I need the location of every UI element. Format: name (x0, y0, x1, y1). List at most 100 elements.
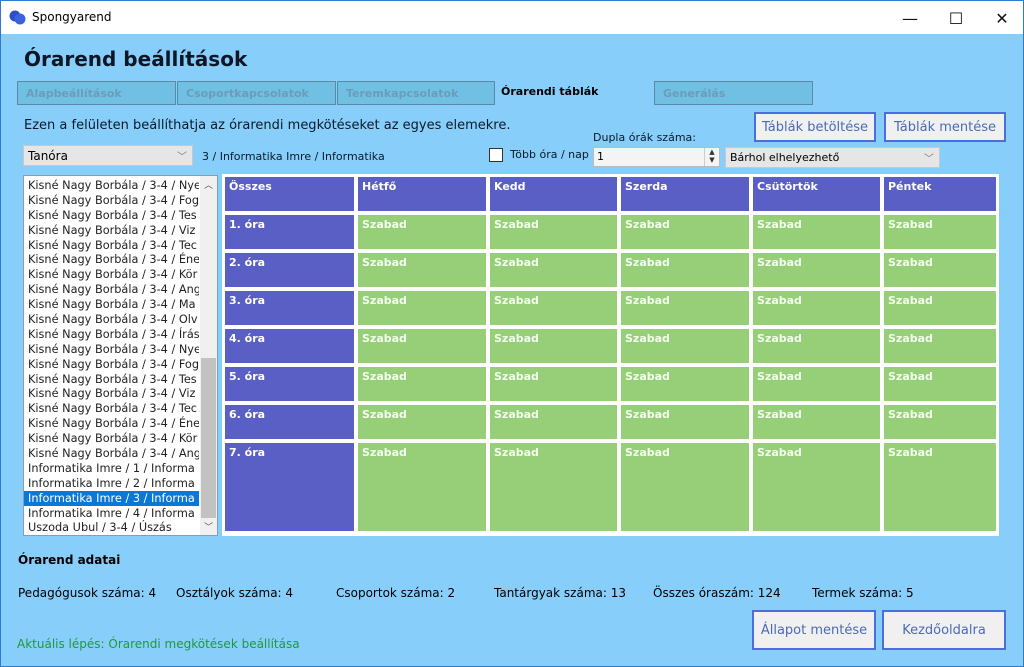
tab-alapbeallitasok[interactable]: Alapbeállítások (17, 81, 176, 105)
timetable-cell[interactable]: Szabad (357, 442, 487, 532)
timetable-cell[interactable]: Szabad (883, 366, 997, 402)
day-header[interactable]: Szerda (620, 176, 750, 212)
timetable-cell[interactable]: Szabad (883, 442, 997, 532)
save-tables-button[interactable]: Táblák mentése (884, 112, 1006, 142)
period-header[interactable]: 2. óra (224, 252, 355, 288)
double-lessons-value: 1 (597, 150, 604, 163)
period-header[interactable]: 1. óra (224, 214, 355, 250)
maximize-icon[interactable]: ☐ (933, 1, 979, 35)
timetable-cell[interactable]: Szabad (620, 404, 750, 440)
list-item[interactable]: Kisné Nagy Borbála / 3-4 / Tec (24, 238, 199, 253)
timetable-cell[interactable]: Szabad (489, 290, 618, 326)
timetable-cell[interactable]: Szabad (752, 404, 881, 440)
list-item[interactable]: Kisné Nagy Borbála / 3-4 / Nye (24, 342, 199, 357)
list-item[interactable]: Kisné Nagy Borbála / 3-4 / Kör (24, 267, 199, 282)
timetable-cell[interactable]: Szabad (489, 252, 618, 288)
list-item[interactable]: Kisné Nagy Borbála / 3-4 / Éne (24, 416, 199, 431)
load-tables-button[interactable]: Táblák betöltése (754, 112, 876, 142)
timetable-cell[interactable]: Szabad (752, 366, 881, 402)
lesson-list[interactable]: Kisné Nagy Borbála / 3-4 / Nye Kisné Nagy… (23, 175, 218, 536)
timetable-cell[interactable]: Szabad (752, 442, 881, 532)
timetable-cell[interactable]: Szabad (620, 328, 750, 364)
close-icon[interactable]: ✕ (979, 1, 1024, 35)
timetable-cell[interactable]: Szabad (489, 214, 618, 250)
minimize-icon[interactable]: — (887, 1, 933, 35)
day-header[interactable]: Péntek (883, 176, 997, 212)
timetable-cell[interactable]: Szabad (883, 214, 997, 250)
list-item[interactable]: Kisné Nagy Borbála / 3-4 / Ang (24, 282, 199, 297)
list-item[interactable]: Informatika Imre / 4 / Informa (24, 506, 199, 521)
multi-per-day-checkbox[interactable] (489, 148, 503, 162)
list-item[interactable]: Kisné Nagy Borbála / 3-4 / Olv (24, 312, 199, 327)
timetable-cell[interactable]: Szabad (883, 404, 997, 440)
timetable-cell[interactable]: Szabad (883, 252, 997, 288)
list-item[interactable]: Kisné Nagy Borbála / 3-4 / Fog (24, 193, 199, 208)
list-item[interactable]: Informatika Imre / 3 / Informa (24, 490, 199, 506)
list-item[interactable]: Kisné Nagy Borbála / 3-4 / Tes (24, 208, 199, 223)
scrollbar-thumb[interactable] (201, 358, 216, 518)
placement-combo[interactable]: Bárhol elhelyezhető ﹀ (725, 147, 940, 168)
timetable-cell[interactable]: Szabad (357, 214, 487, 250)
timetable-cell[interactable]: Szabad (752, 214, 881, 250)
tab-teremkapcsolatok[interactable]: Teremkapcsolatok (337, 81, 495, 105)
grid-corner-header[interactable]: Összes (224, 176, 355, 212)
timetable-cell[interactable]: Szabad (620, 442, 750, 532)
list-item[interactable]: Kisné Nagy Borbála / 3-4 / Fog (24, 357, 199, 372)
timetable-cell[interactable]: Szabad (620, 252, 750, 288)
save-state-button[interactable]: Állapot mentése (752, 610, 876, 650)
timetable-cell[interactable]: Szabad (489, 404, 618, 440)
list-item[interactable]: Kisné Nagy Borbála / 3-4 / Tes (24, 372, 199, 387)
timetable-cell[interactable]: Szabad (752, 252, 881, 288)
timetable-cell[interactable]: Szabad (357, 290, 487, 326)
tab-csoportkapcsolatok[interactable]: Csoportkapcsolatok (177, 81, 336, 105)
period-header[interactable]: 4. óra (224, 328, 355, 364)
type-combo-value: Tanóra (28, 149, 68, 163)
spin-arrows-icon[interactable]: ▲ ▼ (704, 148, 719, 166)
stat-groups: Csoportok száma: 2 (336, 586, 456, 600)
timetable-cell[interactable]: Szabad (883, 328, 997, 364)
list-item[interactable]: Kisné Nagy Borbála / 3-4 / Viz (24, 223, 199, 238)
list-item[interactable]: Kisné Nagy Borbála / 3-4 / Írás (24, 327, 199, 342)
timetable-cell[interactable]: Szabad (357, 404, 487, 440)
timetable-cell[interactable]: Szabad (357, 328, 487, 364)
app-logo-icon (9, 10, 26, 25)
timetable-cell[interactable]: Szabad (357, 252, 487, 288)
day-header[interactable]: Kedd (489, 176, 618, 212)
period-header[interactable]: 3. óra (224, 290, 355, 326)
scroll-down-icon[interactable]: ﹀ (200, 520, 217, 533)
period-header[interactable]: 6. óra (224, 404, 355, 440)
current-step-status: Aktuális lépés: Órarendi megkötések beál… (17, 637, 300, 651)
tab-orarendi-tablak[interactable]: Órarendi táblák (501, 85, 598, 98)
timetable-cell[interactable]: Szabad (883, 290, 997, 326)
timetable-cell[interactable]: Szabad (752, 290, 881, 326)
day-header[interactable]: Csütörtök (752, 176, 881, 212)
timetable-cell[interactable]: Szabad (620, 214, 750, 250)
list-scrollbar[interactable]: ︿ ﹀ (200, 176, 217, 535)
list-item[interactable]: Informatika Imre / 1 / Informa (24, 461, 199, 476)
timetable-cell[interactable]: Szabad (620, 290, 750, 326)
list-item[interactable]: Kisné Nagy Borbála / 3-4 / Ang (24, 446, 199, 461)
timetable-cell[interactable]: Szabad (489, 442, 618, 532)
summary-title: Órarend adatai (18, 553, 121, 567)
day-header[interactable]: Hétfő (357, 176, 487, 212)
home-button[interactable]: Kezdőoldalra (882, 610, 1006, 650)
period-header[interactable]: 5. óra (224, 366, 355, 402)
list-item[interactable]: Kisné Nagy Borbála / 3-4 / Ma (24, 297, 199, 312)
tab-generalas[interactable]: Generálás (654, 81, 813, 105)
timetable-cell[interactable]: Szabad (489, 328, 618, 364)
list-item[interactable]: Uszoda Ubul / 3-4 / Úszás (24, 520, 199, 535)
double-lessons-stepper[interactable]: 1 ▲ ▼ (593, 147, 720, 167)
list-item[interactable]: Kisné Nagy Borbála / 3-4 / Tec (24, 401, 199, 416)
timetable-cell[interactable]: Szabad (489, 366, 618, 402)
list-item[interactable]: Informatika Imre / 2 / Informa (24, 476, 199, 491)
timetable-cell[interactable]: Szabad (357, 366, 487, 402)
period-header[interactable]: 7. óra (224, 442, 355, 532)
list-item[interactable]: Kisné Nagy Borbála / 3-4 / Éne (24, 252, 199, 267)
timetable-cell[interactable]: Szabad (620, 366, 750, 402)
list-item[interactable]: Kisné Nagy Borbála / 3-4 / Nye (24, 178, 199, 193)
timetable-cell[interactable]: Szabad (752, 328, 881, 364)
list-item[interactable]: Kisné Nagy Borbála / 3-4 / Kör (24, 431, 199, 446)
scroll-up-icon[interactable]: ︿ (200, 178, 217, 191)
list-item[interactable]: Kisné Nagy Borbála / 3-4 / Viz (24, 386, 199, 401)
type-combo[interactable]: Tanóra ﹀ (23, 145, 193, 166)
